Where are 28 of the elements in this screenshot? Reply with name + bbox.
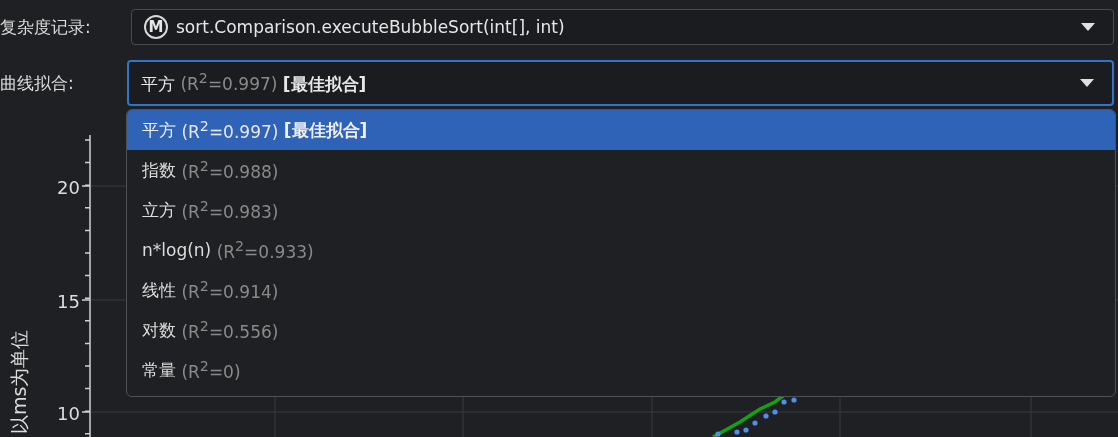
tick-label: 15: [57, 291, 80, 312]
fit-option[interactable]: 指数 (R$^{2}$=0.988): [127, 150, 1115, 190]
fit-option[interactable]: n*log(n) (R$^{2}$=0.933): [127, 230, 1115, 270]
fit-option[interactable]: 平方 (R$^{2}$=0.997) [最佳拟合]: [127, 110, 1115, 150]
data-point: [763, 413, 769, 419]
data-point: [752, 420, 758, 426]
tick-label: 10: [57, 403, 80, 424]
caret-icon: [1081, 23, 1095, 31]
fit-option[interactable]: 常量 (R$^{2}$=0): [127, 350, 1115, 390]
data-point: [734, 429, 740, 435]
data-point: [781, 399, 787, 405]
selected-value: 平方 (R$^{2}$=0.997) [最佳拟合]: [141, 70, 368, 96]
fit-option[interactable]: 对数 (R$^{2}$=0.556): [127, 310, 1115, 350]
fit-option[interactable]: 线性 (R$^{2}$=0.914): [127, 270, 1115, 310]
method-dropdown[interactable]: M sort.Comparison.executeBubbleSort(int[], int): [131, 9, 1114, 45]
tick-label: 20: [57, 177, 80, 198]
data-point: [715, 431, 721, 437]
curve-fit-dropdown[interactable]: 平方 (R$^{2}$=0.997) [最佳拟合]: [127, 60, 1114, 106]
field-label: 曲线拟合:: [0, 71, 75, 95]
data-point: [791, 397, 797, 403]
field-label: 复杂度记录:: [0, 15, 92, 39]
selected-value: sort.Comparison.executeBubbleSort(int[], int): [176, 17, 566, 37]
method-icon: M: [144, 15, 168, 39]
data-point: [772, 409, 778, 415]
data-point: [743, 427, 749, 433]
caret-icon: [1080, 79, 1094, 87]
y-axis-label: 以ms为单位: [7, 328, 31, 434]
fit-option[interactable]: 立方 (R$^{2}$=0.983): [127, 190, 1115, 230]
